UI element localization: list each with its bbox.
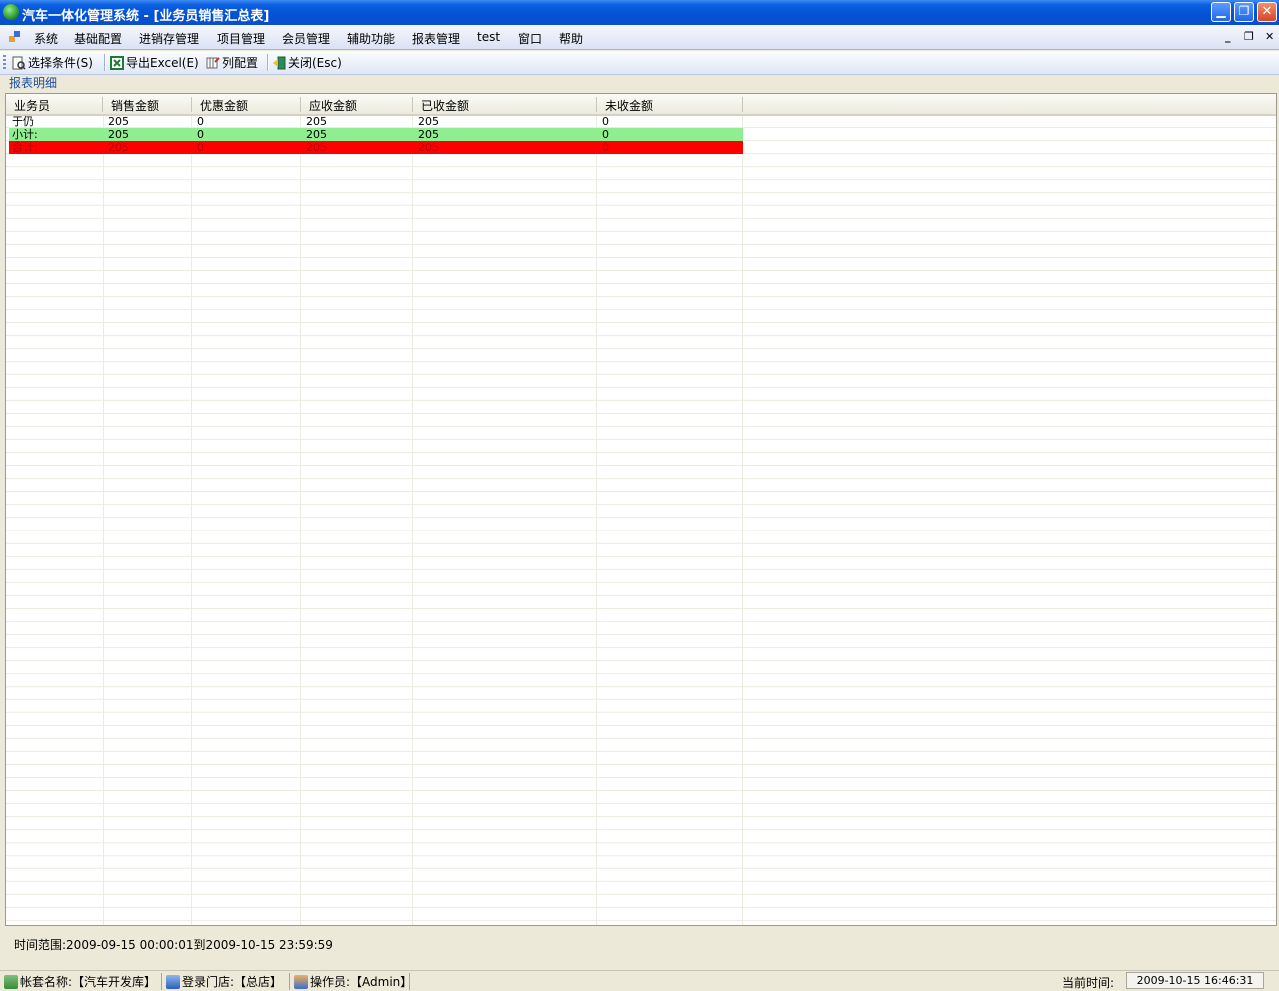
restore-button[interactable]: ❐ xyxy=(1234,2,1254,22)
toolbar: 选择条件(S) 导出Excel(E) 列配置 关闭(Esc) xyxy=(0,51,1279,75)
subtotal-row[interactable]: 小计: 205 0 205 205 0 xyxy=(9,128,743,141)
close-label: 关闭(Esc) xyxy=(288,56,342,70)
cell-salesman: 于仍 xyxy=(12,115,34,128)
export-excel-label: 导出Excel(E) xyxy=(126,56,199,70)
section-label: 报表明细 xyxy=(9,76,58,90)
users-icon xyxy=(294,975,308,989)
cell-sales-amount: 205 xyxy=(108,128,129,141)
current-time-value: 2009-10-15 16:46:31 xyxy=(1126,972,1264,989)
cell-unreceived-amount: 0 xyxy=(602,115,609,128)
close-window-button[interactable]: ✕ xyxy=(1257,2,1277,22)
current-time-label: 当前时间: xyxy=(1062,976,1115,990)
menu-bar: 系统 基础配置 进销存管理 项目管理 会员管理 辅助功能 报表管理 test 窗… xyxy=(0,25,1279,50)
menu-assist[interactable]: 辅助功能 xyxy=(347,30,395,47)
cell-receivable-amount: 205 xyxy=(306,141,327,154)
column-header-received-amount[interactable]: 已收金额 xyxy=(413,97,597,113)
menu-system[interactable]: 系统 xyxy=(34,30,58,47)
store-icon xyxy=(166,975,180,989)
cell-total-label: 合计: xyxy=(12,141,38,154)
cell-received-amount: 205 xyxy=(418,128,439,141)
mdi-close-icon[interactable]: ✕ xyxy=(1265,30,1274,43)
mdi-restore-icon[interactable]: ❐ xyxy=(1244,30,1254,43)
select-condition-button[interactable]: 选择条件(S) xyxy=(12,54,93,71)
status-account: 帐套名称:【汽车开发库】 xyxy=(2,973,162,990)
window-title: 汽车一体化管理系统 - [业务员销售汇总表] xyxy=(22,9,270,24)
cell-receivable-amount: 205 xyxy=(306,115,327,128)
select-condition-label: 选择条件(S) xyxy=(28,56,93,70)
menu-basic-config[interactable]: 基础配置 xyxy=(74,30,122,47)
date-range-text: 时间范围:2009-09-15 00:00:01到2009-10-15 23:5… xyxy=(14,938,333,952)
menu-test[interactable]: test xyxy=(477,30,500,44)
mdi-minimize-icon[interactable]: _ xyxy=(1225,30,1231,43)
status-account-label: 帐套名称:【汽车开发库】 xyxy=(20,975,157,989)
cell-received-amount: 205 xyxy=(418,141,439,154)
column-config-button[interactable]: 列配置 xyxy=(206,54,258,71)
cell-discount-amount: 0 xyxy=(197,141,204,154)
excel-icon xyxy=(110,56,124,70)
account-icon xyxy=(4,975,18,989)
grid-lines xyxy=(6,94,1276,925)
mdi-window-icon[interactable] xyxy=(9,31,21,43)
grid-header: 业务员 销售金额 优惠金额 应收金额 已收金额 未收金额 xyxy=(6,94,1276,116)
toolbar-grip[interactable] xyxy=(3,55,6,70)
menu-member[interactable]: 会员管理 xyxy=(282,30,330,47)
cell-discount-amount: 0 xyxy=(197,128,204,141)
app-icon xyxy=(3,4,19,20)
cell-sales-amount: 205 xyxy=(108,141,129,154)
export-excel-button[interactable]: 导出Excel(E) xyxy=(110,54,199,71)
cell-discount-amount: 0 xyxy=(197,115,204,128)
column-header-salesman[interactable]: 业务员 xyxy=(6,97,103,113)
status-store-label: 登录门店:【总店】 xyxy=(182,975,283,989)
cell-received-amount: 205 xyxy=(418,115,439,128)
column-config-icon xyxy=(206,57,220,69)
toolbar-separator xyxy=(267,54,269,71)
table-row[interactable]: 于仍 205 0 205 205 0 xyxy=(9,115,743,128)
column-header-sales-amount[interactable]: 销售金额 xyxy=(103,97,192,113)
menu-window[interactable]: 窗口 xyxy=(518,30,542,47)
cell-unreceived-amount: 0 xyxy=(602,141,609,154)
close-button[interactable]: 关闭(Esc) xyxy=(272,54,342,71)
menu-inventory[interactable]: 进销存管理 xyxy=(139,30,199,47)
report-grid[interactable]: 业务员 销售金额 优惠金额 应收金额 已收金额 未收金额 于仍 205 0 20… xyxy=(5,93,1277,926)
title-bar: 汽车一体化管理系统 - [业务员销售汇总表] ▁ ❐ ✕ xyxy=(0,0,1279,25)
status-operator: 操作员:【Admin】 xyxy=(292,973,413,990)
column-config-label: 列配置 xyxy=(222,56,259,70)
search-document-icon xyxy=(12,56,26,70)
status-bar: 帐套名称:【汽车开发库】 登录门店:【总店】 操作员:【Admin】 当前时间: xyxy=(0,970,1279,991)
status-operator-label: 操作员:【Admin】 xyxy=(310,975,413,989)
cell-unreceived-amount: 0 xyxy=(602,128,609,141)
minimize-button[interactable]: ▁ xyxy=(1211,2,1231,22)
total-row[interactable]: 合计: 205 0 205 205 0 xyxy=(9,141,743,154)
menu-project[interactable]: 项目管理 xyxy=(217,30,265,47)
column-header-discount-amount[interactable]: 优惠金额 xyxy=(192,97,301,113)
cell-receivable-amount: 205 xyxy=(306,128,327,141)
toolbar-separator xyxy=(104,54,106,71)
column-header-receivable-amount[interactable]: 应收金额 xyxy=(301,97,413,113)
menu-reports[interactable]: 报表管理 xyxy=(412,30,460,47)
menu-help[interactable]: 帮助 xyxy=(559,30,583,47)
column-header-unreceived-amount[interactable]: 未收金额 xyxy=(597,97,743,113)
status-store: 登录门店:【总店】 xyxy=(164,973,290,990)
exit-door-icon xyxy=(273,56,286,70)
cell-sales-amount: 205 xyxy=(108,115,129,128)
cell-subtotal-label: 小计: xyxy=(12,128,38,141)
